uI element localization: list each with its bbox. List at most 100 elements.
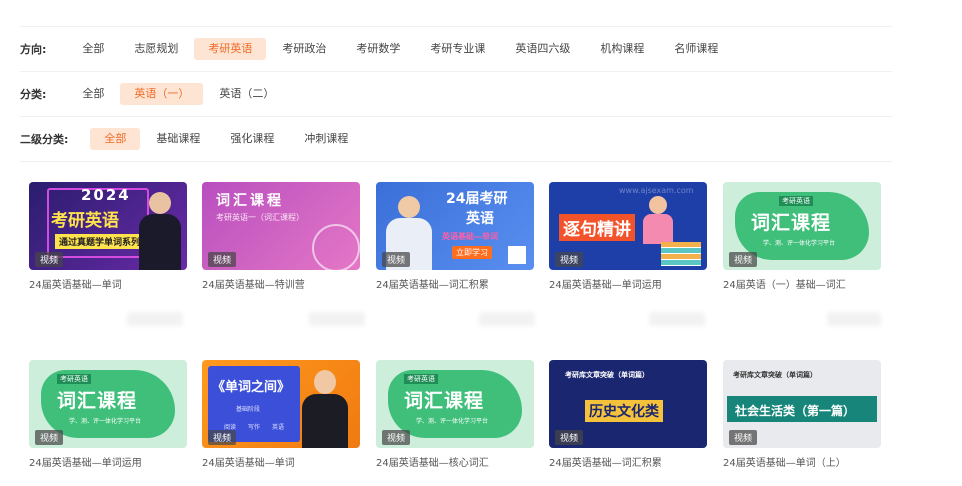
subcategory-option-all[interactable]: 全部 bbox=[90, 128, 141, 150]
course-title[interactable]: 24届英语基础—核心词汇 bbox=[376, 454, 534, 469]
course-thumbnail[interactable]: 考研库文章突破（单词篇） 历史文化类 视频 bbox=[549, 360, 707, 448]
course-thumbnail[interactable]: 词汇课程 考研英语一（词汇课程） 视频 bbox=[202, 182, 360, 270]
thumb-title: 历史文化类 bbox=[585, 400, 663, 422]
qr-code-icon bbox=[508, 246, 526, 264]
direction-option-cet[interactable]: 英语四六级 bbox=[501, 38, 584, 60]
course-card[interactable]: 2024 考研英语 通过真题学单词系列课 视频 24届英语基础—单词 bbox=[29, 182, 187, 291]
course-thumbnail[interactable]: 考研库文章突破（单词篇） 社会生活类（第一篇） 视频 bbox=[723, 360, 881, 448]
course-title[interactable]: 24届英语基础—单词 bbox=[29, 276, 187, 291]
thumb-subtitle: 考研库文章突破（单词篇） bbox=[733, 371, 817, 379]
thumb-subtitle: 学、测、评一体化学习平台 bbox=[69, 418, 142, 425]
thumb-tag: 考研英语 bbox=[57, 374, 91, 384]
figure-body bbox=[643, 214, 673, 244]
thumb-title: 词汇课程 bbox=[404, 390, 485, 412]
thumb-tag: 考研英语 bbox=[404, 374, 438, 384]
course-thumbnail[interactable]: 考研英语 词汇课程 学、测、评一体化学习平台 视频 bbox=[723, 182, 881, 270]
course-thumbnail[interactable]: 《单词之间》 基础阶段 阅读 写作 英语 视频 bbox=[202, 360, 360, 448]
course-card[interactable]: 考研英语 词汇课程 学、测、评一体化学习平台 视频 24届英语基础—单词运用 bbox=[29, 360, 187, 469]
blurred-price bbox=[309, 312, 365, 326]
thumb-subtitle: 学、测、评一体化学习平台 bbox=[763, 240, 836, 247]
presenter-body bbox=[302, 394, 348, 448]
filter-row-category: 分类: 全部 英语（一） 英语（二） bbox=[20, 71, 892, 116]
filter-label-category: 分类: bbox=[20, 88, 47, 101]
thumb-title: 24届考研 bbox=[446, 191, 508, 207]
presenter-head bbox=[398, 196, 420, 218]
course-title[interactable]: 24届英语基础—单词 bbox=[202, 454, 360, 469]
subcategory-option-basic[interactable]: 基础课程 bbox=[142, 128, 214, 150]
thumb-title: 社会生活类（第一篇） bbox=[735, 404, 856, 418]
subcategory-option-intensive[interactable]: 强化课程 bbox=[216, 128, 288, 150]
thumb-tag: 考研英语 bbox=[779, 196, 813, 206]
thumb-subtitle: 考研库文章突破（单词篇） bbox=[565, 371, 649, 379]
globe-icon bbox=[312, 224, 360, 270]
category-option-english-2[interactable]: 英语（二） bbox=[205, 83, 288, 105]
presenter-body bbox=[139, 214, 181, 270]
course-title[interactable]: 24届英语基础—单词（上） bbox=[723, 454, 881, 469]
direction-option-all[interactable]: 全部 bbox=[68, 38, 118, 60]
presenter-head bbox=[149, 192, 171, 214]
course-thumbnail[interactable]: 考研英语 词汇课程 学、测、评一体化学习平台 视频 bbox=[376, 360, 534, 448]
filter-row-direction: 方向: 全部 志愿规划 考研英语 考研政治 考研数学 考研专业课 英语四六级 机… bbox=[20, 26, 892, 71]
course-title[interactable]: 24届英语（一）基础—词汇 bbox=[723, 276, 881, 291]
course-card[interactable]: 词汇课程 考研英语一（词汇课程） 视频 24届英语基础—特训营 bbox=[202, 182, 360, 291]
thumb-subtitle: 基础阶段 bbox=[236, 406, 261, 413]
course-card[interactable]: 24届考研 英语 英语基础—单词 立即学习 视频 24届英语基础—词汇积累 bbox=[376, 182, 534, 291]
direction-option-institution[interactable]: 机构课程 bbox=[586, 38, 658, 60]
course-card[interactable]: 逐句精讲 www.ajsexam.com 视频 24届英语基础—单词运用 bbox=[549, 182, 707, 291]
direction-option-planning[interactable]: 志愿规划 bbox=[120, 38, 192, 60]
course-card[interactable]: 考研库文章突破（单词篇） 历史文化类 视频 24届英语基础—词汇积累 bbox=[549, 360, 707, 469]
video-badge: 视频 bbox=[555, 252, 584, 267]
blurred-price bbox=[479, 312, 535, 326]
course-thumbnail[interactable]: 考研英语 词汇课程 学、测、评一体化学习平台 视频 bbox=[29, 360, 187, 448]
filter-panel: 方向: 全部 志愿规划 考研英语 考研政治 考研数学 考研专业课 英语四六级 机… bbox=[20, 26, 892, 162]
thumb-title: 词汇课程 bbox=[57, 390, 138, 412]
filter-label-direction: 方向: bbox=[20, 43, 47, 56]
blurred-price bbox=[827, 312, 881, 326]
course-title[interactable]: 24届英语基础—特训营 bbox=[202, 276, 360, 291]
thumb-title: 《单词之间》 bbox=[212, 380, 291, 395]
video-badge: 视频 bbox=[382, 252, 411, 267]
direction-option-english[interactable]: 考研英语 bbox=[194, 38, 267, 60]
video-badge: 视频 bbox=[35, 252, 64, 267]
direction-option-politics[interactable]: 考研政治 bbox=[268, 38, 340, 60]
course-thumbnail[interactable]: 24届考研 英语 英语基础—单词 立即学习 视频 bbox=[376, 182, 534, 270]
course-title[interactable]: 24届英语基础—单词运用 bbox=[549, 276, 707, 291]
filter-label-subcategory: 二级分类: bbox=[20, 133, 69, 146]
course-thumbnail[interactable]: 2024 考研英语 通过真题学单词系列课 视频 bbox=[29, 182, 187, 270]
blurred-price bbox=[127, 312, 183, 326]
thumb-subtitle: 学、测、评一体化学习平台 bbox=[416, 418, 489, 425]
video-badge: 视频 bbox=[208, 430, 237, 445]
thumb-tag-2: 写作 bbox=[248, 424, 261, 431]
thumb-title: 词汇课程 bbox=[216, 193, 284, 209]
thumb-subtitle: 英语基础—单词 bbox=[442, 232, 498, 241]
video-badge: 视频 bbox=[208, 252, 237, 267]
course-title[interactable]: 24届英语基础—单词运用 bbox=[29, 454, 187, 469]
subcategory-option-sprint[interactable]: 冲刺课程 bbox=[290, 128, 362, 150]
course-card[interactable]: 考研库文章突破（单词篇） 社会生活类（第一篇） 视频 24届英语基础—单词（上） bbox=[723, 360, 881, 469]
video-badge: 视频 bbox=[729, 430, 758, 445]
category-option-english-1[interactable]: 英语（一） bbox=[120, 83, 204, 105]
course-thumbnail[interactable]: 逐句精讲 www.ajsexam.com 视频 bbox=[549, 182, 707, 270]
thumb-tag-3: 英语 bbox=[272, 424, 285, 431]
thumb-cta: 立即学习 bbox=[452, 246, 492, 259]
direction-option-major[interactable]: 考研专业课 bbox=[416, 38, 499, 60]
course-card[interactable]: 考研英语 词汇课程 学、测、评一体化学习平台 视频 24届英语基础—核心词汇 bbox=[376, 360, 534, 469]
figure-head bbox=[649, 196, 667, 214]
direction-option-math[interactable]: 考研数学 bbox=[342, 38, 414, 60]
books-icon bbox=[661, 242, 701, 266]
course-title[interactable]: 24届英语基础—词汇积累 bbox=[549, 454, 707, 469]
thumb-year: 2024 bbox=[81, 186, 131, 204]
thumb-title-2: 英语 bbox=[466, 211, 494, 227]
video-badge: 视频 bbox=[35, 430, 64, 445]
filter-row-subcategory: 二级分类: 全部 基础课程 强化课程 冲刺课程 bbox=[20, 116, 892, 162]
video-badge: 视频 bbox=[382, 430, 411, 445]
course-card[interactable]: 考研英语 词汇课程 学、测、评一体化学习平台 视频 24届英语（一）基础—词汇 bbox=[723, 182, 881, 291]
presenter-head bbox=[314, 370, 336, 394]
course-card[interactable]: 《单词之间》 基础阶段 阅读 写作 英语 视频 24届英语基础—单词 bbox=[202, 360, 360, 469]
category-option-all[interactable]: 全部 bbox=[68, 83, 118, 105]
course-title[interactable]: 24届英语基础—词汇积累 bbox=[376, 276, 534, 291]
blurred-price bbox=[649, 312, 705, 326]
thumb-subtitle: 考研英语一（词汇课程） bbox=[216, 213, 304, 222]
video-badge: 视频 bbox=[555, 430, 584, 445]
direction-option-teacher[interactable]: 名师课程 bbox=[660, 38, 732, 60]
